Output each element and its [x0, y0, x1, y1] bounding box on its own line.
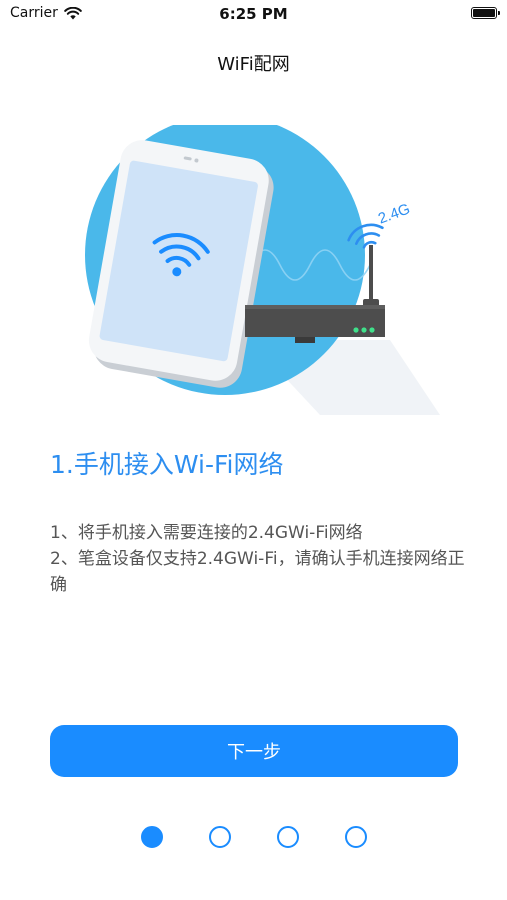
status-bar: Carrier 6:25 PM — [0, 0, 507, 28]
instruction-line-1: 1、将手机接入需要连接的2.4GWi-Fi网络 — [50, 523, 363, 543]
instruction-line-2: 2、笔盒设备仅支持2.4GWi-Fi，请确认手机连接网络正确 — [50, 549, 465, 595]
page-title: WiFi配网 — [217, 54, 290, 75]
battery-fill — [473, 9, 495, 17]
status-time: 6:25 PM — [219, 5, 288, 23]
wifi-setup-illustration: 2.4G — [85, 125, 440, 415]
page-dot-3[interactable] — [277, 826, 299, 848]
page-indicator — [141, 826, 367, 850]
battery-icon — [471, 7, 500, 19]
next-button[interactable]: 下一步 — [50, 725, 458, 777]
step-title: 1.手机接入Wi-Fi网络 — [50, 450, 284, 479]
page-dot-1[interactable] — [141, 826, 163, 848]
instructions: 1、将手机接入需要连接的2.4GWi-Fi网络 2、笔盒设备仅支持2.4GWi-… — [50, 520, 470, 598]
page-dot-2[interactable] — [209, 826, 231, 848]
page-dot-4[interactable] — [345, 826, 367, 848]
band-label: 2.4G — [376, 200, 412, 227]
